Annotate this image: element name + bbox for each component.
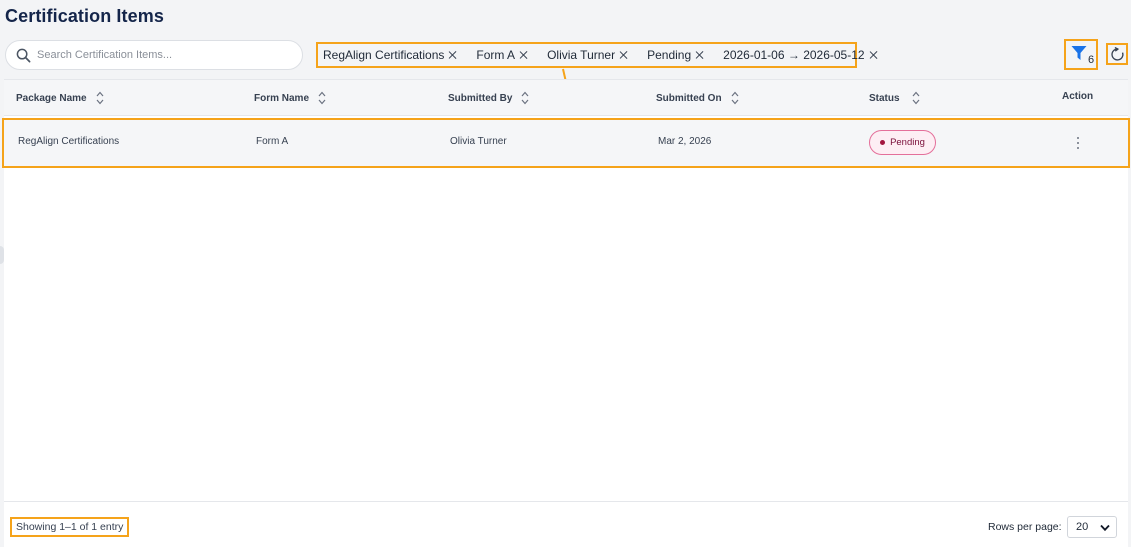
status-badge: Pending	[869, 130, 936, 155]
filter-chip-label: Olivia Turner	[547, 48, 616, 62]
close-icon[interactable]	[869, 50, 879, 60]
sort-icon[interactable]	[96, 91, 104, 105]
page-title: Certification Items	[5, 6, 164, 26]
more-actions-icon[interactable]	[1075, 135, 1081, 151]
close-icon[interactable]	[619, 50, 629, 60]
column-header-action: Action	[1062, 91, 1094, 102]
filter-chip-date-range: 2026-01-06 → 2026-05-12	[723, 48, 878, 62]
rows-per-page-label: Rows per page:	[988, 521, 1062, 533]
cell-form-name: Form A	[256, 136, 289, 147]
status-badge-label: Pending	[890, 137, 925, 148]
column-header-submitted-by[interactable]: Submitted By	[448, 91, 529, 105]
filter-button[interactable]: 6	[1064, 39, 1098, 70]
sort-icon[interactable]	[912, 91, 920, 105]
active-filters-bar: RegAlign Certifications Form A Olivia Tu…	[316, 42, 865, 68]
refresh-icon	[1111, 47, 1124, 61]
filter-chip-submitted-by: Olivia Turner	[547, 48, 629, 62]
column-header-form-name[interactable]: Form Name	[254, 91, 326, 105]
status-dot-icon	[880, 140, 886, 145]
column-header-submitted-on[interactable]: Submitted On	[656, 91, 739, 105]
column-header-package-name[interactable]: Package Name	[16, 91, 104, 105]
filter-chip-status: Pending	[647, 48, 705, 62]
items-table: Package Name Form Name Submitted By Subm…	[2, 79, 1130, 547]
filter-icon	[1071, 46, 1087, 60]
rows-per-page-select[interactable]: 20	[1067, 516, 1117, 538]
pagination-summary: Showing 1–1 of 1 entry	[10, 517, 130, 537]
filter-chip-label: Form A	[476, 48, 516, 62]
close-icon[interactable]	[448, 50, 458, 60]
filter-chip-label: 2026-01-06 → 2026-05-12	[723, 48, 865, 62]
filter-count-badge: 6	[1088, 54, 1095, 66]
refresh-button[interactable]	[1106, 43, 1128, 65]
table-header: Package Name Form Name Submitted By Subm…	[4, 80, 1128, 116]
cell-submitted-by: Olivia Turner	[450, 136, 507, 147]
filter-chip-form: Form A	[476, 48, 529, 62]
sidebar-collapse-handle[interactable]	[0, 246, 4, 264]
filter-chip-label: Pending	[647, 48, 692, 62]
sort-icon[interactable]	[318, 91, 326, 105]
search-input[interactable]	[37, 49, 277, 61]
close-icon[interactable]	[519, 50, 529, 60]
search-box[interactable]	[5, 40, 303, 70]
chevron-down-icon	[1100, 524, 1110, 532]
filter-chip-package: RegAlign Certifications	[323, 48, 458, 62]
column-header-status[interactable]: Status	[869, 91, 920, 105]
filter-chip-label: RegAlign Certifications	[323, 48, 445, 62]
cell-package-name: RegAlign Certifications	[18, 136, 120, 147]
sort-icon[interactable]	[731, 91, 739, 105]
table-row[interactable]: RegAlign Certifications Form A Olivia Tu…	[2, 118, 1130, 168]
footer-divider	[4, 501, 1128, 502]
sort-icon[interactable]	[521, 91, 529, 105]
cell-submitted-on: Mar 2, 2026	[658, 136, 712, 147]
rows-per-page-value: 20	[1076, 521, 1089, 533]
close-icon[interactable]	[695, 50, 705, 60]
search-icon	[16, 48, 31, 62]
